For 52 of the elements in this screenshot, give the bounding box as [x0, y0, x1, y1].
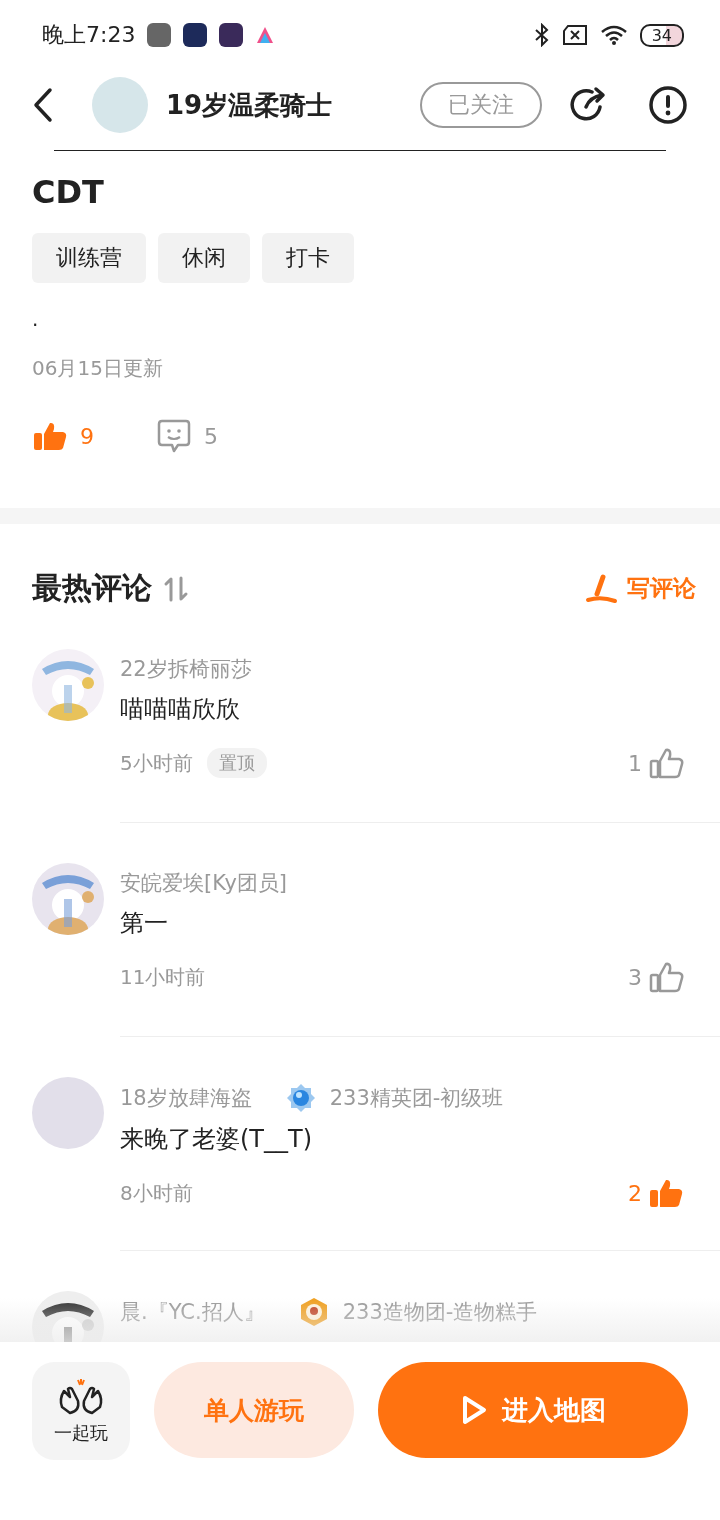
- group-badge-label: 233精英团-初级班: [329, 1085, 504, 1112]
- wifi-icon: [599, 24, 628, 46]
- back-icon[interactable]: [32, 87, 54, 123]
- app-icon: [219, 23, 244, 47]
- app-icon: [183, 23, 208, 47]
- tag[interactable]: 训练营: [32, 233, 146, 283]
- tag[interactable]: 休闲: [158, 233, 250, 283]
- like-count: 9: [80, 423, 94, 449]
- thumbs-up-icon[interactable]: [32, 420, 68, 452]
- comment-text: 来晚了老婆(T__T): [120, 1124, 314, 1155]
- comment-username[interactable]: 22岁拆椅丽莎: [120, 655, 252, 683]
- no-sim-icon: [561, 25, 588, 45]
- update-date: 06月15日更新: [32, 355, 164, 382]
- comment-username[interactable]: 18岁放肆海盗: [120, 1084, 252, 1112]
- pinned-tag: 置顶: [206, 748, 267, 778]
- pen-icon: [585, 573, 619, 604]
- comment-username[interactable]: 安皖爱埃[Ky团员]: [120, 869, 288, 897]
- bluetooth-icon: [533, 23, 550, 47]
- comment-text: 喵喵喵欣欣: [120, 694, 241, 725]
- comment-username[interactable]: 晨.『YC.招人』: [120, 1298, 265, 1326]
- group-badge-label: 233造物团-造物糕手: [342, 1299, 538, 1326]
- write-comment-button[interactable]: 写评论: [579, 572, 702, 605]
- battery-indicator: 34: [639, 23, 684, 47]
- play-together-button[interactable]: 一起玩: [32, 1362, 130, 1461]
- app-icon: [255, 25, 276, 45]
- post-body: .: [32, 307, 40, 331]
- username[interactable]: 19岁温柔骑士: [166, 87, 402, 123]
- follow-button[interactable]: 已关注: [420, 82, 542, 128]
- gem-badge-icon: [285, 1083, 316, 1113]
- comment-icon[interactable]: [156, 418, 192, 454]
- comment-time: 5小时前: [120, 749, 193, 777]
- post-title: CDT: [32, 173, 105, 211]
- section-title: 最热评论: [32, 569, 152, 607]
- sort-icon[interactable]: [162, 575, 190, 602]
- report-icon[interactable]: [648, 85, 688, 125]
- comment-count: 5: [204, 423, 218, 449]
- thumbs-up-icon[interactable]: [648, 747, 684, 779]
- like-count: 3: [628, 964, 642, 990]
- comment-text: 第一: [120, 908, 169, 939]
- solo-play-button[interactable]: 单人游玩: [154, 1362, 354, 1459]
- comment-time: 11小时前: [120, 963, 206, 991]
- play-icon: [460, 1394, 488, 1427]
- comment-time: 8小时前: [120, 1179, 193, 1207]
- like-count: 1: [628, 750, 642, 776]
- thumbs-up-icon[interactable]: [648, 1177, 684, 1209]
- app-icon: [147, 23, 172, 47]
- status-time: 晚上7:23: [42, 21, 136, 49]
- hexagon-badge-icon: [298, 1297, 329, 1327]
- thumbs-up-icon[interactable]: [648, 961, 684, 993]
- tag[interactable]: 打卡: [262, 233, 354, 283]
- like-count: 2: [628, 1180, 642, 1206]
- enter-map-button[interactable]: 进入地图: [378, 1362, 688, 1459]
